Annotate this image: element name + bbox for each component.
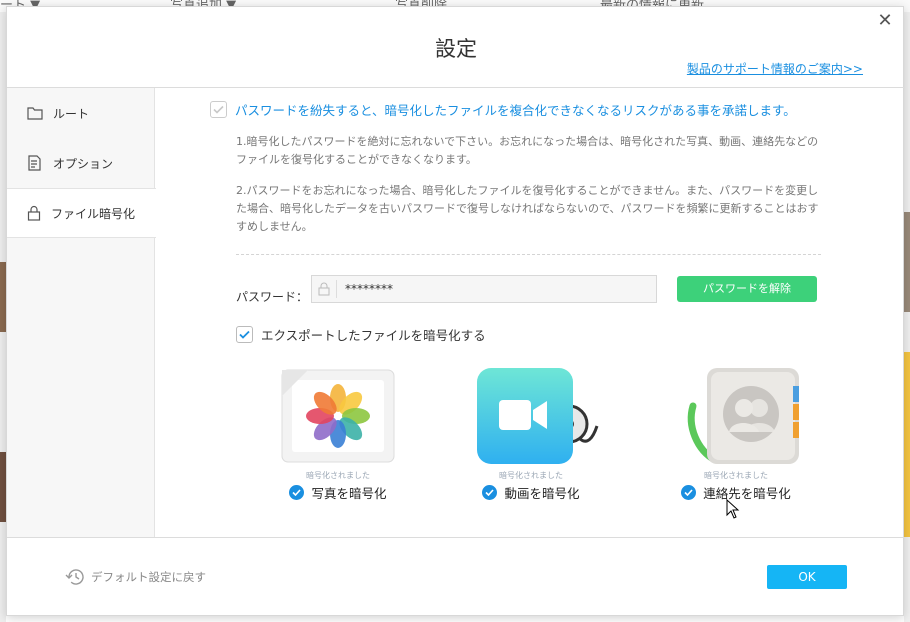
checked-icon	[681, 485, 697, 500]
dashed-divider	[236, 254, 821, 255]
option-label: 写真を暗号化	[311, 486, 387, 501]
video-icon	[477, 368, 599, 464]
unlock-password-button[interactable]: パスワードを解除	[677, 276, 817, 302]
option-label: 動画を暗号化	[504, 486, 580, 501]
export-encrypt-checkbox[interactable]: エクスポートしたファイルを暗号化する	[236, 325, 486, 344]
support-link[interactable]: 製品のサポート情報のご案内>>	[687, 60, 863, 77]
encrypt-photos-option[interactable]: 暗号化されました 写真を暗号化	[263, 366, 413, 502]
checked-icon	[482, 485, 498, 500]
lock-icon	[27, 205, 41, 221]
password-value: ********	[345, 282, 393, 296]
settings-dialog: ✕ 設定 製品のサポート情報のご案内>> ルート オプション ファイル暗号化 パ…	[6, 6, 905, 616]
password-label: パスワード：	[236, 290, 309, 304]
lock-icon	[318, 282, 330, 296]
contacts-icon	[687, 368, 799, 464]
status-text: 暗号化されました	[704, 471, 768, 480]
sidebar-item-options[interactable]: オプション	[7, 138, 155, 188]
sidebar-item-file-encryption[interactable]: ファイル暗号化	[7, 188, 156, 238]
mouse-cursor-icon	[726, 499, 740, 519]
option-row[interactable]: 写真を暗号化	[263, 483, 413, 502]
check-icon	[239, 330, 250, 339]
sidebar-item-label: ファイル暗号化	[51, 206, 136, 221]
options-icon	[28, 155, 41, 171]
checkbox[interactable]	[236, 326, 253, 343]
encrypt-contacts-option[interactable]: 暗号化されました 連絡先を暗号化	[661, 366, 811, 502]
checkbox[interactable]	[210, 101, 227, 118]
ok-button[interactable]: OK	[767, 565, 847, 589]
checked-icon	[289, 485, 305, 500]
option-label: 連絡先を暗号化	[703, 486, 791, 501]
option-row[interactable]: 動画を暗号化	[456, 483, 606, 502]
sidebar-item-label: ルート	[53, 106, 90, 121]
export-label: エクスポートしたファイルを暗号化する	[261, 328, 486, 343]
acknowledge-label: パスワードを紛失すると、暗号化したファイルを複合化できなくなるリスクがある事を承…	[235, 103, 796, 118]
close-button[interactable]: ✕	[875, 11, 895, 31]
footer-divider	[7, 537, 905, 538]
reset-icon	[65, 569, 84, 585]
acknowledge-checkbox[interactable]: パスワードを紛失すると、暗号化したファイルを複合化できなくなるリスクがある事を承…	[210, 100, 796, 119]
folder-icon	[27, 107, 43, 120]
note-2: 2.パスワードをお忘れになった場合、暗号化したファイルを復号化することができませ…	[236, 184, 819, 233]
photos-icon	[281, 369, 395, 463]
dialog-title: 設定	[435, 37, 477, 61]
sidebar-item-root[interactable]: ルート	[7, 88, 155, 138]
status-text: 暗号化されました	[306, 471, 370, 480]
password-field[interactable]: ********	[311, 275, 657, 303]
encrypt-videos-option[interactable]: 暗号化されました 動画を暗号化	[456, 366, 606, 502]
check-icon	[213, 105, 224, 114]
note-1: 1.暗号化したパスワードを絶対に忘れないで下さい。お忘れになった場合は、暗号化さ…	[236, 135, 819, 166]
encryption-panel: パスワードを紛失すると、暗号化したファイルを複合化できなくなるリスクがある事を承…	[156, 88, 905, 537]
reset-label: デフォルト設定に戻す	[91, 570, 206, 584]
sidebar-item-label: オプション	[53, 156, 114, 171]
status-text: 暗号化されました	[499, 471, 563, 480]
settings-sidebar: ルート オプション ファイル暗号化	[7, 88, 156, 537]
reset-defaults-button[interactable]: デフォルト設定に戻す	[65, 568, 206, 586]
